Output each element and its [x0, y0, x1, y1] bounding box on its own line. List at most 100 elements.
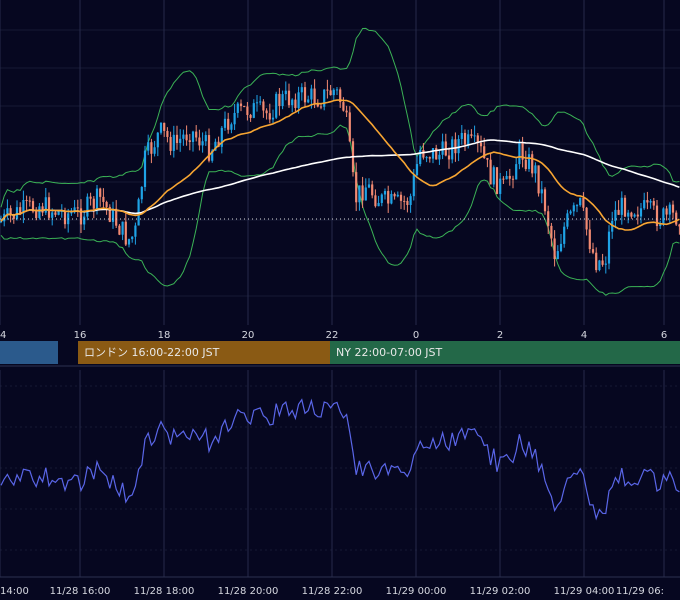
- candle-body: [329, 90, 332, 96]
- candle-body: [537, 165, 540, 194]
- candle-body: [540, 189, 543, 194]
- candle-body: [457, 138, 460, 154]
- candle-body: [131, 236, 134, 240]
- candle-body: [310, 88, 313, 100]
- candle-body: [438, 154, 441, 160]
- candle-body: [51, 212, 54, 218]
- trading-chart-window: { "chart_data": { "type": "candlestick",…: [0, 0, 680, 600]
- candle-body: [543, 189, 547, 212]
- candle-body: [393, 193, 396, 197]
- candle-body: [262, 101, 265, 111]
- candle-body: [185, 134, 188, 141]
- candle-body: [534, 165, 537, 174]
- candle-body: [38, 206, 41, 218]
- candle-body: [243, 106, 246, 108]
- candle-body: [396, 194, 399, 197]
- candle-body: [620, 197, 623, 215]
- session-label: NY 22:00-07:00 JST: [336, 346, 443, 359]
- candle-body: [271, 117, 275, 120]
- x-tick-label: 11/29 04:00: [554, 586, 615, 597]
- candle-body: [415, 164, 419, 176]
- candle-body: [383, 191, 387, 195]
- candle-body: [278, 93, 281, 106]
- candle-body: [473, 135, 476, 137]
- candle-body: [665, 208, 668, 215]
- candle-body: [275, 93, 278, 118]
- candle-body: [111, 208, 115, 222]
- candle-body: [28, 200, 31, 202]
- candle-body: [499, 178, 502, 194]
- candle-body: [633, 214, 636, 217]
- candle-body: [646, 200, 649, 203]
- x-tick-label: 20: [242, 330, 255, 341]
- candle-body: [495, 167, 499, 194]
- candle-body: [169, 136, 172, 151]
- candle-body: [6, 208, 9, 214]
- session-london: ロンドン 16:00-22:00 JST: [78, 341, 330, 364]
- candle-body: [556, 251, 559, 260]
- candle-body: [601, 260, 604, 265]
- candle-body: [652, 201, 655, 206]
- candle-body: [294, 99, 297, 108]
- candle-body: [19, 207, 22, 214]
- grid-lines: [0, 0, 680, 577]
- x-tick-label: 22: [326, 330, 339, 341]
- candle-body: [92, 198, 95, 209]
- candle-body: [252, 103, 255, 118]
- candle-body: [636, 214, 639, 217]
- candle-body: [303, 87, 307, 103]
- ma-slow-line: [0, 139, 680, 222]
- candle-body: [454, 139, 457, 154]
- candle-body: [470, 134, 473, 136]
- candle-body: [236, 103, 239, 113]
- candle-body: [598, 260, 601, 271]
- candle-body: [54, 212, 57, 215]
- candle-body: [390, 193, 393, 204]
- candle-body: [95, 188, 99, 209]
- candle-body: [527, 154, 531, 169]
- candle-body: [591, 249, 595, 253]
- x-tick-label: 11/29 02:00: [470, 586, 531, 597]
- x-tick-label: 0: [413, 330, 419, 341]
- candle-body: [511, 178, 515, 180]
- candle-body: [489, 159, 492, 185]
- candle-body: [127, 239, 131, 245]
- x-tick-label: 11/28 22:00: [302, 586, 363, 597]
- x-tick-label: 6: [661, 330, 667, 341]
- candle-body: [588, 229, 591, 250]
- candle-body: [451, 139, 454, 160]
- candle-body: [319, 106, 323, 108]
- x-tick-label: 11/29 00:00: [386, 586, 447, 597]
- candle-body: [364, 187, 367, 201]
- candle-body: [259, 101, 262, 103]
- x-tick-label: 14:00: [0, 586, 29, 597]
- candle-body: [159, 122, 163, 133]
- candle-body: [367, 184, 371, 188]
- x-tick-label: 2: [497, 330, 503, 341]
- candle-body: [585, 207, 588, 230]
- candle-body: [172, 134, 175, 151]
- candle-body: [572, 205, 575, 212]
- candle-body: [604, 263, 607, 265]
- candle-body: [268, 113, 271, 120]
- candle-body: [355, 172, 358, 203]
- x-tick-label: 11/28 20:00: [218, 586, 279, 597]
- candle-body: [463, 132, 467, 145]
- candle-body: [479, 142, 483, 147]
- candle-body: [230, 124, 233, 130]
- candle-body: [166, 130, 169, 137]
- candle-body: [668, 204, 671, 215]
- x-tick-label: 4: [0, 330, 6, 341]
- chart-canvas: 4 16 18 20 22 0 2 4 6 14:00 11/28 16:00 11/28 18:00…: [0, 0, 680, 597]
- candle-body: [313, 88, 316, 104]
- candle-body: [579, 197, 582, 206]
- candle-body: [134, 225, 137, 237]
- candle-body: [419, 149, 422, 165]
- candle-body: [502, 178, 505, 180]
- candle-body: [460, 132, 463, 139]
- candle-body: [233, 112, 236, 125]
- candle-body: [249, 114, 252, 118]
- candle-body: [150, 142, 153, 154]
- candle-body: [371, 184, 374, 196]
- x-tick-label: 4: [581, 330, 587, 341]
